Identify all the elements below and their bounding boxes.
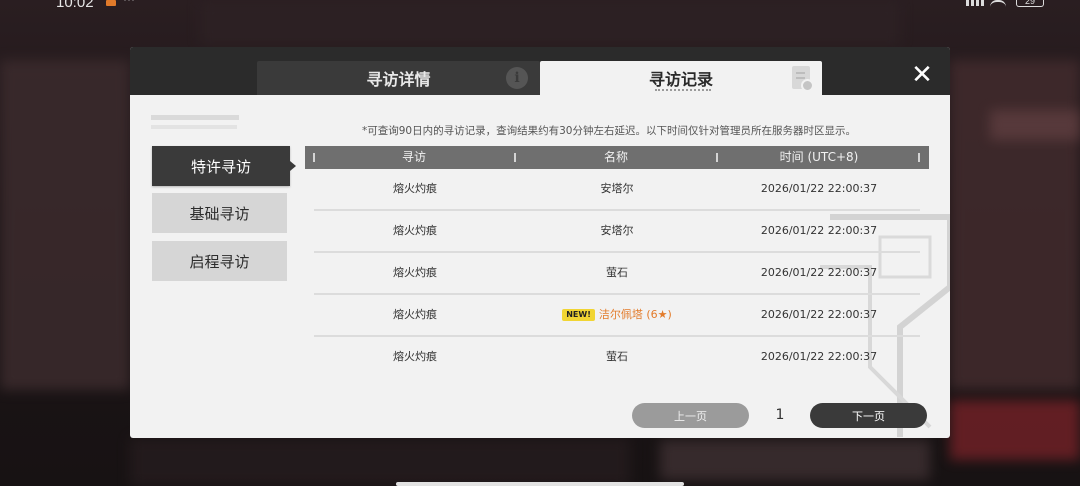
status-bar: 10:02 ··· 29	[0, 0, 1080, 11]
more-notifications-icon: ···	[123, 0, 135, 6]
page-number: 1	[775, 407, 785, 423]
row-pool: 熔火灼痕	[393, 224, 437, 237]
table-row: 熔火灼痕 NEW! 洁尔佩塔 (6★) 2026/01/22 22:00:37	[314, 295, 920, 337]
row-pool: 熔火灼痕	[393, 266, 437, 279]
side-item-special-recruit[interactable]: 特许寻访	[152, 146, 296, 186]
side-item-label: 特许寻访	[190, 157, 251, 176]
row-time: 2026/01/22 22:00:37	[760, 350, 878, 363]
background-blur	[990, 110, 1080, 140]
new-badge: NEW!	[562, 309, 595, 321]
row-time: 2026/01/22 22:00:37	[760, 266, 878, 279]
row-time: 2026/01/22 22:00:37	[760, 182, 878, 195]
side-item-starter-recruit[interactable]: 启程寻访	[152, 241, 287, 281]
column-header-time: 时间 (UTC+8)	[779, 150, 859, 164]
background-blur	[660, 440, 930, 480]
column-header-name: 名称	[603, 150, 628, 164]
side-item-basic-recruit[interactable]: 基础寻访	[152, 193, 287, 233]
close-icon: ✕	[911, 60, 933, 90]
table-row: 熔火灼痕 萤石 2026/01/22 22:00:37	[314, 337, 920, 379]
table-row: 熔火灼痕 安塔尔 2026/01/22 22:00:37	[314, 169, 920, 211]
side-item-label: 启程寻访	[189, 252, 250, 271]
tab-label: 寻访详情	[366, 70, 431, 89]
table-row: 熔火灼痕 安塔尔 2026/01/22 22:00:37	[314, 211, 920, 253]
tab-label: 寻访记录	[648, 70, 713, 89]
status-time: 10:02	[56, 0, 94, 11]
signal-icon	[966, 0, 984, 6]
document-icon	[792, 66, 814, 92]
row-name-highlight: 洁尔佩塔 (6★)	[598, 308, 672, 321]
prev-page-button[interactable]: 上一页	[632, 403, 749, 428]
close-button[interactable]: ✕	[908, 61, 936, 89]
query-notice: *可查询90日内的寻访记录，查询结果约有30分钟左右延迟。以下时间仅针对管理员所…	[362, 125, 856, 137]
home-indicator[interactable]	[396, 482, 684, 486]
row-pool: 熔火灼痕	[393, 308, 437, 321]
background-blur	[0, 60, 130, 390]
row-time: 2026/01/22 22:00:37	[760, 224, 878, 237]
row-pool: 熔火灼痕	[393, 182, 437, 195]
side-item-label: 基础寻访	[189, 204, 250, 223]
info-icon: i	[506, 67, 528, 89]
row-name-new: NEW! 洁尔佩塔 (6★)	[516, 295, 718, 335]
row-time: 2026/01/22 22:00:37	[760, 308, 878, 321]
next-page-button[interactable]: 下一页	[810, 403, 927, 428]
table-row: 熔火灼痕 萤石 2026/01/22 22:00:37	[314, 253, 920, 295]
recruit-history-dialog: 寻访详情 i 寻访记录 ✕ 特许寻访 基础寻访 启程寻访 *可查询90日内的寻访…	[130, 47, 950, 438]
background-blur	[950, 400, 1080, 460]
row-name: 萤石	[606, 266, 628, 279]
battery-icon: 29	[1016, 0, 1044, 7]
wifi-icon	[990, 0, 1006, 7]
notification-icon	[106, 0, 116, 6]
row-name: 萤石	[606, 350, 628, 363]
table-header: 寻访 名称 时间 (UTC+8)	[305, 146, 929, 169]
tab-underline-dots	[655, 89, 711, 91]
decorative-line	[151, 115, 239, 120]
column-header-pool: 寻访	[401, 150, 426, 164]
decorative-line	[151, 125, 237, 129]
row-name: 安塔尔	[600, 224, 634, 237]
column-separator	[918, 153, 920, 162]
row-pool: 熔火灼痕	[393, 350, 437, 363]
row-name: 安塔尔	[600, 182, 634, 195]
dialog-header: 寻访详情 i 寻访记录 ✕	[130, 47, 950, 95]
tab-recruit-details[interactable]: 寻访详情 i	[257, 61, 540, 95]
background-blur	[130, 438, 630, 486]
